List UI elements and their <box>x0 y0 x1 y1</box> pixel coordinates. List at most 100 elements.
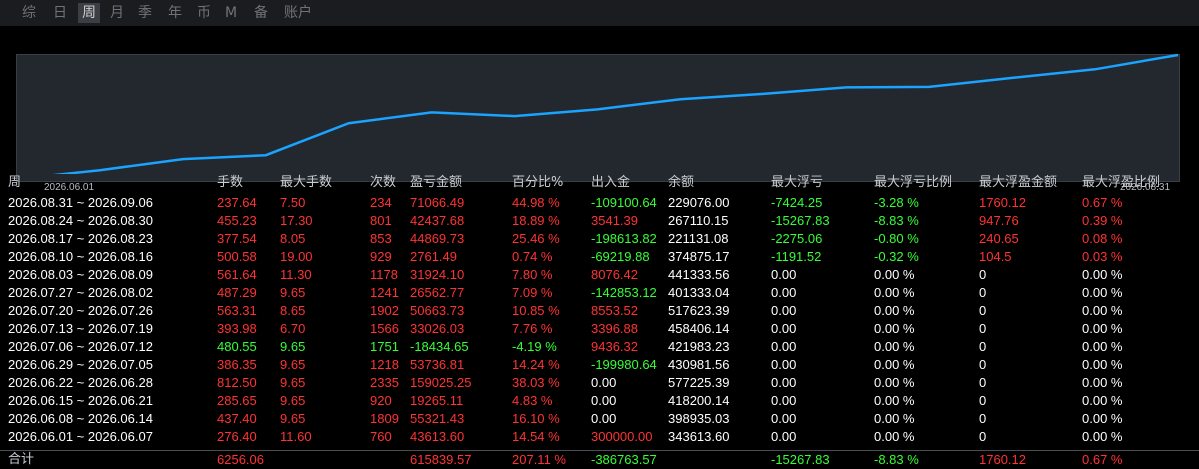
cell-pl-amount: 71066.49 <box>410 195 465 210</box>
cell-count: 1809 <box>370 411 399 426</box>
table-row[interactable]: 2026.08.17 ~ 2026.08.23 377.54 8.05 853 4486… <box>0 230 1199 248</box>
cell-max-float-loss: 0.00 <box>771 393 797 408</box>
cell-max-float-profit-pct: 0.39 % <box>1082 213 1123 228</box>
tab-6[interactable]: 币 <box>193 3 215 23</box>
cell-max-float-profit-pct: 0.00 % <box>1082 303 1123 318</box>
cell-pl-amount: 26562.77 <box>410 285 465 300</box>
tab-9[interactable]: 账户 <box>280 3 316 23</box>
cell-lots: 455.23 <box>217 213 257 228</box>
column-header[interactable]: 次数 <box>370 174 396 192</box>
period-tab-bar: 综日周月季年币 M 备账户 <box>0 0 1199 26</box>
cell-max-float-loss-pct: -0.80 % <box>874 231 919 246</box>
cell-pct: 38.03 % <box>512 375 560 390</box>
cell-in-out: -109100.64 <box>591 195 657 210</box>
cell-balance: 418200.14 <box>668 393 730 408</box>
cell-max-float-profit: 0 <box>979 321 987 336</box>
column-header[interactable]: 最大浮亏 <box>771 174 823 192</box>
cell-balance: 458406.14 <box>668 321 730 336</box>
column-header[interactable]: 最大浮盈比例 <box>1082 174 1160 192</box>
tab-0[interactable]: 综 <box>18 3 40 23</box>
column-header[interactable]: 百分比% <box>512 174 563 192</box>
cell-pl-amount: 55321.43 <box>410 411 465 426</box>
cell-count: 801 <box>370 213 392 228</box>
cell-lots: 563.31 <box>217 303 257 318</box>
cell-period: 2026.07.20 ~ 2026.07.26 <box>8 303 153 318</box>
cell-max-float-loss: 0.00 <box>771 375 797 390</box>
cell-pct: 14.24 % <box>512 357 560 372</box>
table-row[interactable]: 2026.06.29 ~ 2026.07.05 386.35 9.65 1218 537… <box>0 356 1199 374</box>
cell-max-float-profit-pct: 0.00 % <box>1082 411 1123 426</box>
cell-pl-amount: 2761.49 <box>410 249 457 264</box>
cell-period: 2026.06.22 ~ 2026.06.28 <box>8 375 153 390</box>
cell-max-float-loss-pct: -3.28 % <box>874 195 919 210</box>
cell-max-lots: 17.30 <box>280 213 313 228</box>
tab-1[interactable]: 日 <box>49 3 71 23</box>
column-header[interactable]: 余额 <box>668 174 694 192</box>
total-max-float-profit-pct: 0.67 % <box>1082 452 1123 467</box>
cell-pl-amount: 19265.11 <box>410 393 464 408</box>
table-row[interactable]: 2026.07.13 ~ 2026.07.19 393.98 6.70 1566 330… <box>0 320 1199 338</box>
column-header[interactable]: 周 <box>8 174 21 192</box>
table-row[interactable]: 2026.06.01 ~ 2026.06.07 276.40 11.60 760 436… <box>0 428 1199 446</box>
cell-pct: 0.74 % <box>512 249 553 264</box>
cell-max-float-loss-pct: -0.32 % <box>874 249 919 264</box>
cell-in-out: 8076.42 <box>591 267 638 282</box>
tab-5[interactable]: 年 <box>164 3 186 23</box>
table-row[interactable]: 2026.08.03 ~ 2026.08.09 561.64 11.30 1178 31… <box>0 266 1199 284</box>
table-row[interactable]: 2026.08.31 ~ 2026.09.06 237.64 7.50 234 7106… <box>0 194 1199 212</box>
table-row[interactable]: 2026.07.06 ~ 2026.07.12 480.55 9.65 1751 -18… <box>0 338 1199 356</box>
cell-max-float-loss-pct: 0.00 % <box>874 393 915 408</box>
cell-max-lots: 11.30 <box>280 267 312 282</box>
cell-lots: 487.29 <box>217 285 257 300</box>
cell-max-float-profit-pct: 0.00 % <box>1082 321 1123 336</box>
tab-3[interactable]: 月 <box>106 3 128 23</box>
table-row[interactable]: 2026.07.27 ~ 2026.08.02 487.29 9.65 1241 265… <box>0 284 1199 302</box>
table-row[interactable]: 2026.08.24 ~ 2026.08.30 455.23 17.30 801 424… <box>0 212 1199 230</box>
cell-max-float-loss: 0.00 <box>771 429 797 444</box>
table-row[interactable]: 2026.06.15 ~ 2026.06.21 285.65 9.65 920 1926… <box>0 392 1199 410</box>
total-max-float-profit: 1760.12 <box>979 452 1026 467</box>
cell-lots: 393.98 <box>217 321 257 336</box>
cell-lots: 437.40 <box>217 411 257 426</box>
column-header[interactable]: 盈亏金额 <box>410 174 462 192</box>
column-header[interactable]: 最大浮亏比例 <box>874 174 952 192</box>
tab-8[interactable]: 备 <box>250 3 272 23</box>
cell-in-out: 3396.88 <box>591 321 638 336</box>
balance-chart: 2026.06.01 2026.08.31 <box>0 26 1199 193</box>
column-header[interactable]: 最大手数 <box>280 174 332 192</box>
cell-max-lots: 8.05 <box>280 231 306 246</box>
total-lots: 6256.06 <box>217 452 264 467</box>
cell-pl-amount: -18434.65 <box>410 339 469 354</box>
cell-max-lots: 7.50 <box>280 195 306 210</box>
cell-max-float-profit: 0 <box>979 429 987 444</box>
cell-max-float-loss: -7424.25 <box>771 195 823 210</box>
tab-7[interactable]: M <box>222 3 240 23</box>
cell-pct: 14.54 % <box>512 429 560 444</box>
table-row[interactable]: 2026.08.10 ~ 2026.08.16 500.58 19.00 929 276… <box>0 248 1199 266</box>
cell-max-float-profit-pct: 0.00 % <box>1082 375 1123 390</box>
cell-balance: 374875.17 <box>668 249 730 264</box>
cell-in-out: 8553.52 <box>591 303 638 318</box>
tab-2[interactable]: 周 <box>78 3 100 23</box>
cell-max-float-profit: 104.5 <box>979 249 1012 264</box>
cell-period: 2026.08.17 ~ 2026.08.23 <box>8 231 153 246</box>
cell-balance: 343613.60 <box>668 429 730 444</box>
cell-balance: 577225.39 <box>668 375 730 390</box>
cell-max-lots: 9.65 <box>280 393 306 408</box>
cell-max-float-profit: 1760.12 <box>979 195 1026 210</box>
cell-max-lots: 9.65 <box>280 411 306 426</box>
table-header-row: 周 手数 最大手数 次数 盈亏金额 百分比% 出入金 余额 最大浮亏 最大浮亏比例 最大浮盈金额 最大… <box>0 174 1199 192</box>
table-row[interactable]: 2026.06.22 ~ 2026.06.28 812.50 9.65 2335 159… <box>0 374 1199 392</box>
cell-pl-amount: 43613.60 <box>410 429 465 444</box>
tab-4[interactable]: 季 <box>134 3 156 23</box>
cell-max-lots: 6.70 <box>280 321 306 336</box>
cell-period: 2026.08.03 ~ 2026.08.09 <box>8 267 153 282</box>
cell-pl-amount: 50663.73 <box>410 303 465 318</box>
column-header[interactable]: 最大浮盈金额 <box>979 174 1057 192</box>
column-header[interactable]: 出入金 <box>591 174 630 192</box>
table-row[interactable]: 2026.06.08 ~ 2026.06.14 437.40 9.65 1809 553… <box>0 410 1199 428</box>
table-row[interactable]: 2026.07.20 ~ 2026.07.26 563.31 8.65 1902 506… <box>0 302 1199 320</box>
cell-balance: 221131.08 <box>668 231 729 246</box>
total-io: -386763.57 <box>591 452 657 467</box>
column-header[interactable]: 手数 <box>217 174 243 192</box>
